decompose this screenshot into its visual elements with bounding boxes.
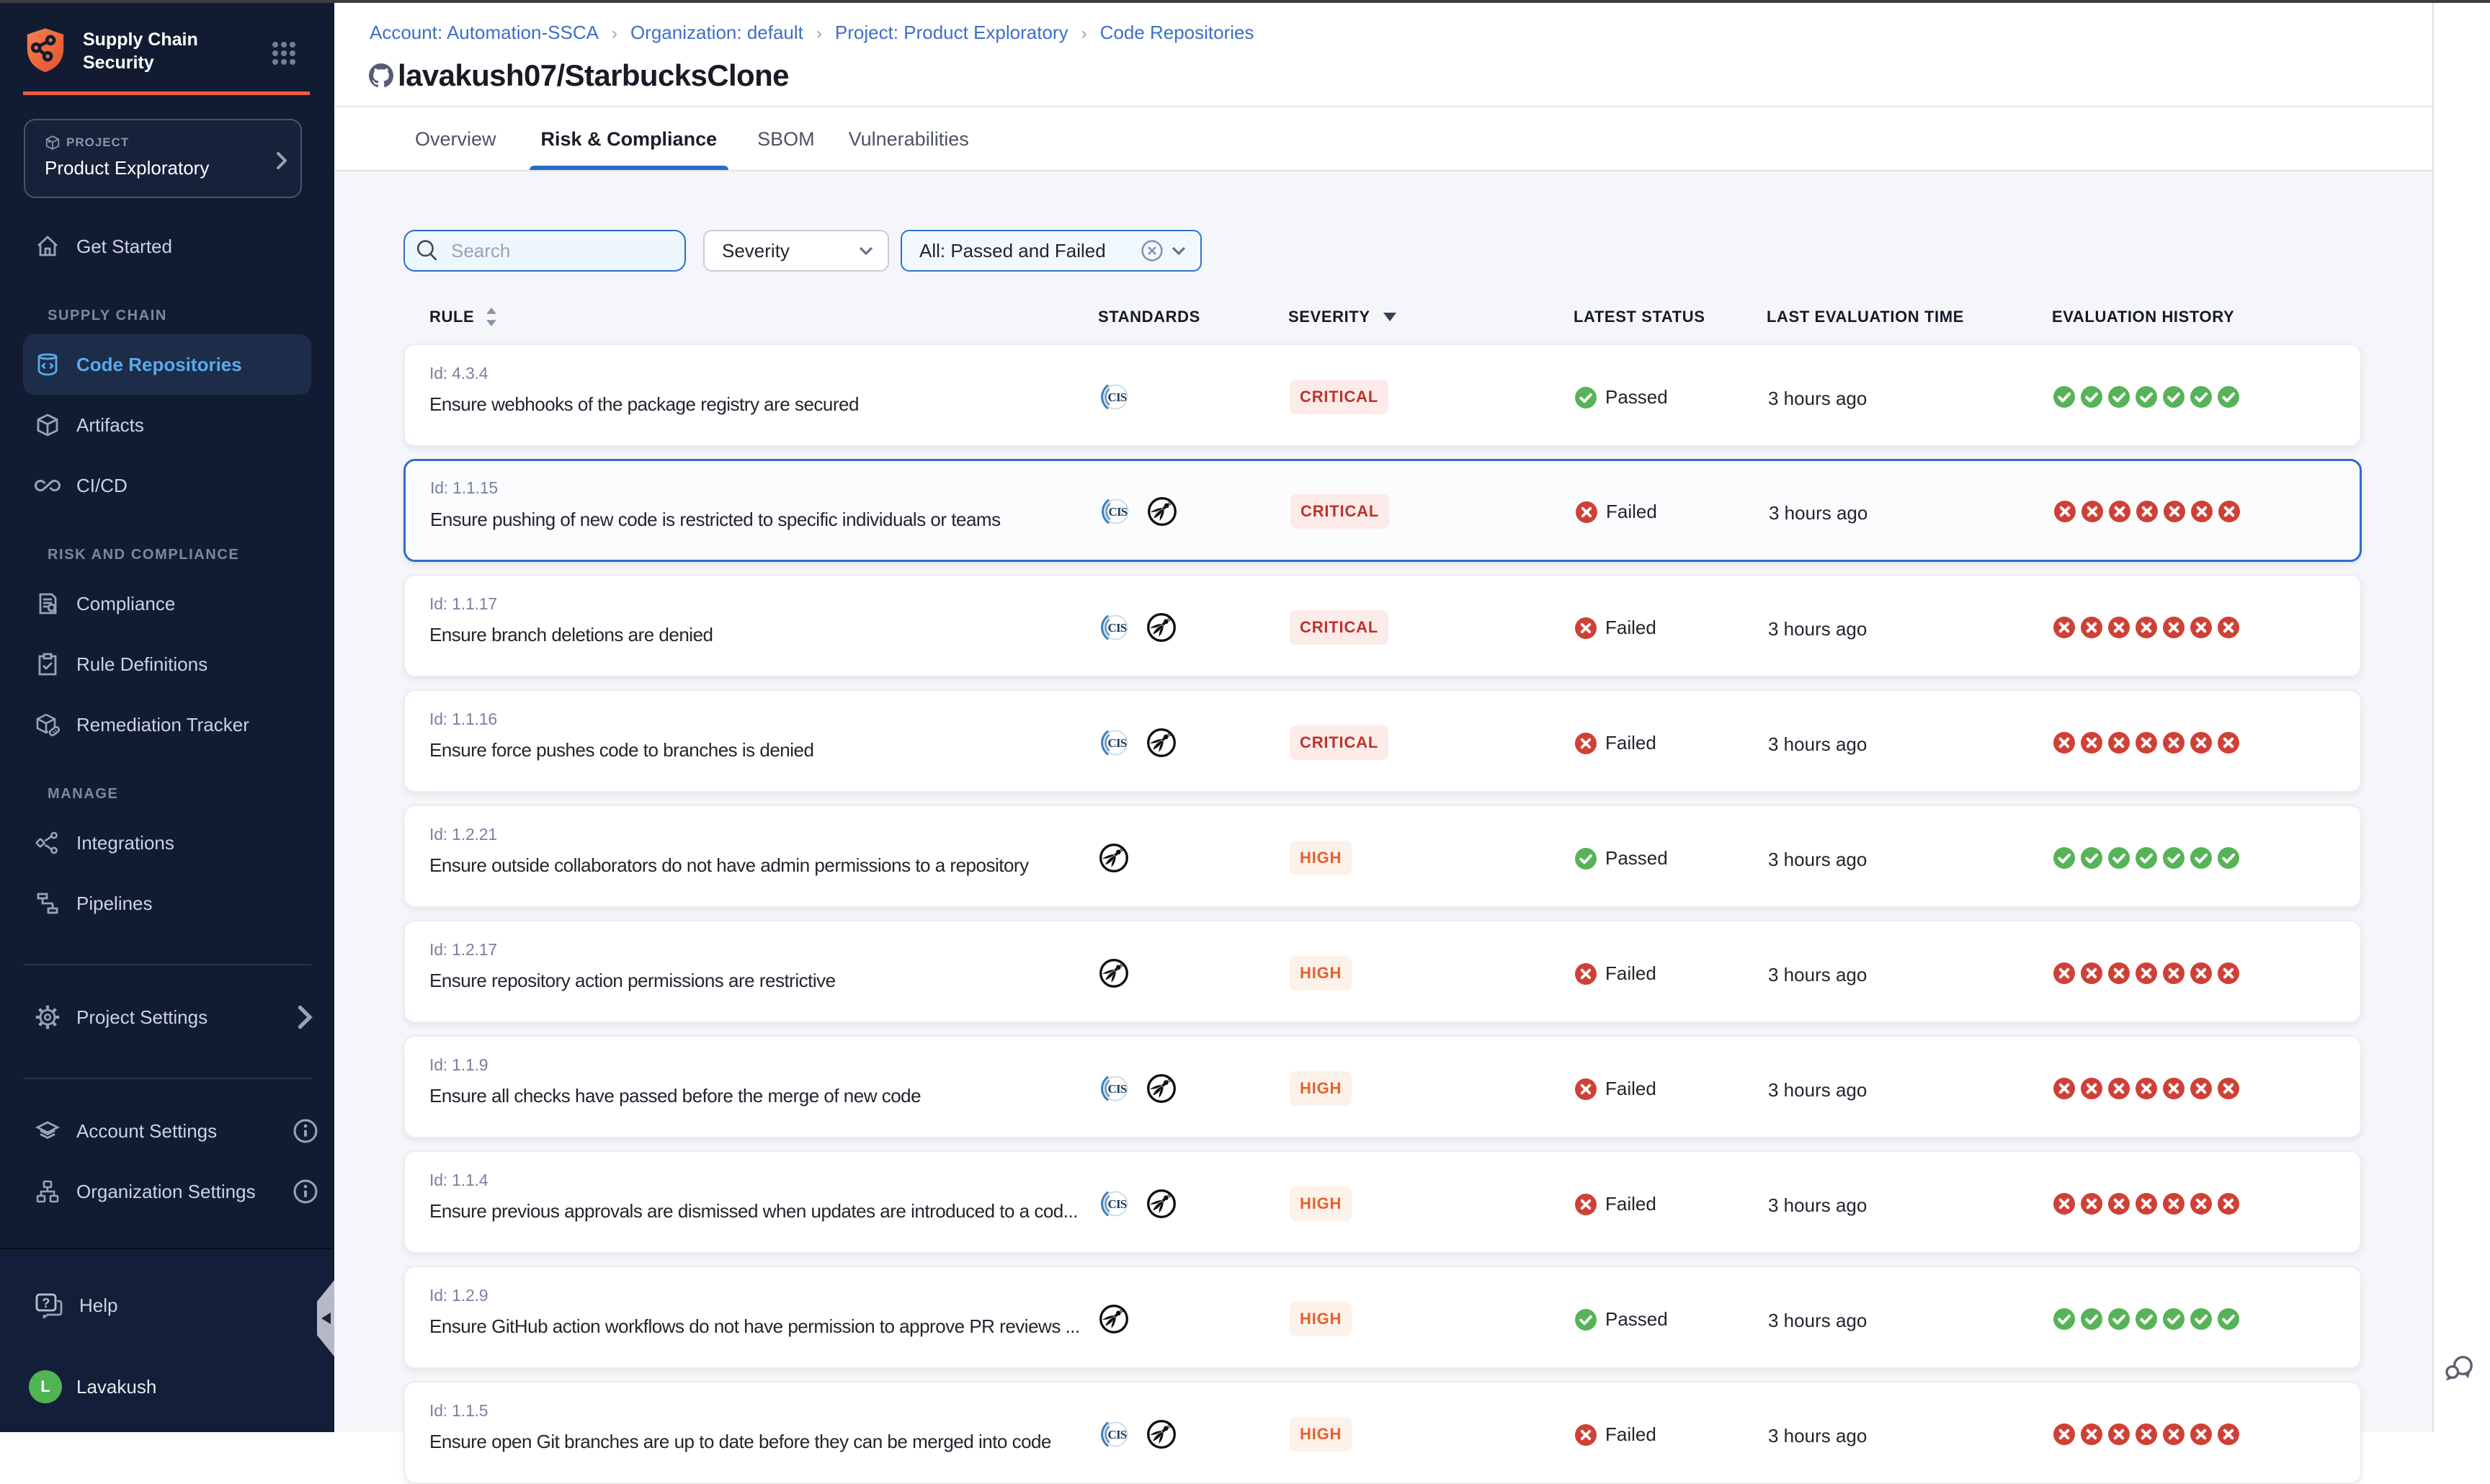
svg-text:CIS: CIS [1108, 1197, 1127, 1211]
svg-text:CIS: CIS [1108, 621, 1127, 635]
svg-text:CIS: CIS [1108, 1082, 1127, 1096]
svg-text:CIS: CIS [1108, 736, 1127, 750]
svg-text:CIS: CIS [1108, 1428, 1127, 1441]
svg-text:CIS: CIS [1109, 505, 1128, 519]
svg-text:CIS: CIS [1108, 390, 1127, 404]
svg-text:?: ? [42, 1296, 50, 1310]
